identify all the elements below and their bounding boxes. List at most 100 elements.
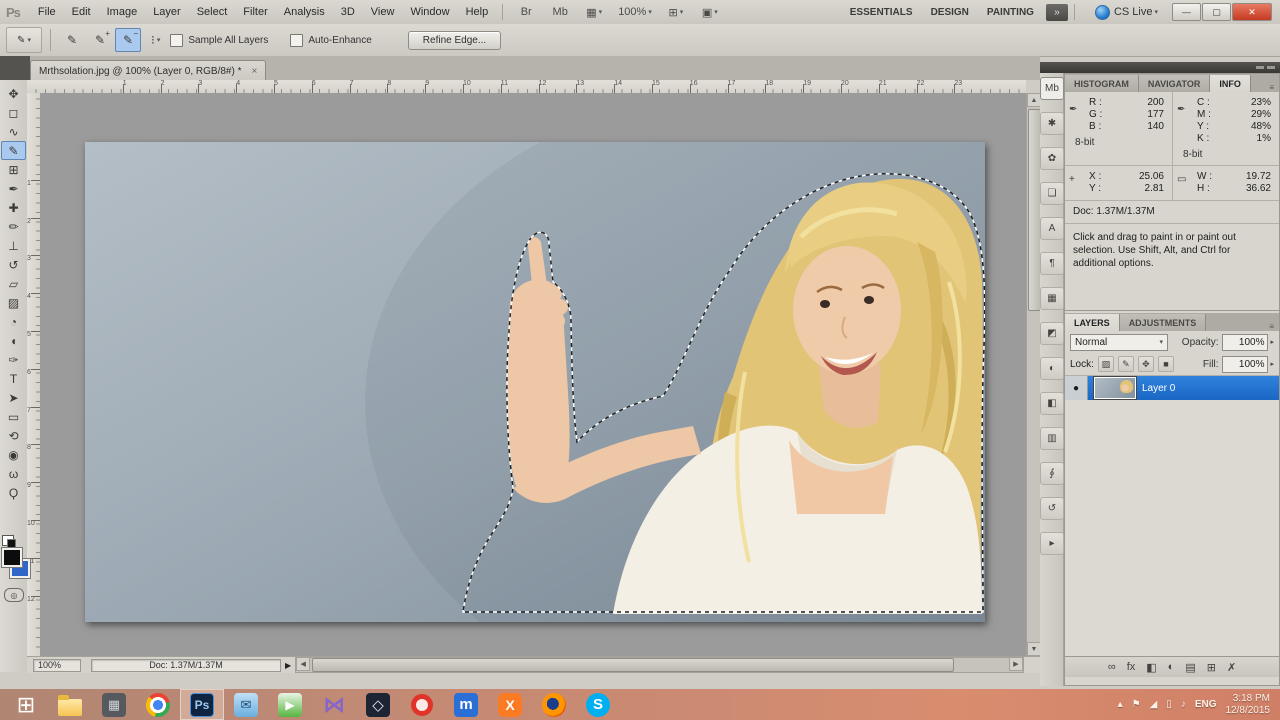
panel-menu-icon[interactable]: ≡ [1269,322,1274,331]
dodge-tool[interactable]: ◖ [1,331,26,350]
tab-navigator[interactable]: NAVIGATOR [1138,75,1211,92]
taskbar-maxthon-button[interactable]: m [444,689,488,720]
lock-image-pixels-button[interactable]: ✎ [1117,356,1134,372]
launch-bridge-button[interactable]: Br [512,2,540,22]
new-selection-button[interactable]: ✎ [59,28,85,52]
paths-panel-icon[interactable]: ∮ [1040,462,1064,485]
eraser-tool[interactable]: ▱ [1,274,26,293]
taskbar-mail-app-button[interactable]: ✉ [224,689,268,720]
fill-spinner-icon[interactable]: ▸ [1270,360,1274,368]
checkbox-auto-enhance[interactable]: Auto-Enhance [290,33,372,47]
history-panel-icon[interactable]: ↺ [1040,497,1064,520]
new-group-button[interactable]: ▤ [1185,661,1195,674]
menu-layer[interactable]: Layer [145,3,189,21]
scroll-right-icon[interactable]: ▶ [1009,657,1023,671]
lock-transparent-pixels-button[interactable]: ▨ [1097,356,1114,372]
vertical-scrollbar[interactable]: ▲ ▼ [1026,93,1042,656]
menu-image[interactable]: Image [99,3,146,21]
taskbar-start-button[interactable]: ⊞ [4,689,48,720]
menu-edit[interactable]: Edit [64,3,99,21]
current-tool-preset[interactable]: ✎ ▾ [6,27,42,53]
network-icon[interactable]: ◢ [1150,699,1158,710]
taskbar-skype-button[interactable]: S [576,689,620,720]
taskbar-clock[interactable]: 3:18 PM 12/8/2015 [1226,693,1271,717]
opacity-field[interactable]: 100% [1222,333,1269,351]
3d-camera-rotate-tool[interactable]: ◉ [1,445,26,464]
menu-view[interactable]: View [363,3,403,21]
taskbar-photoshop-button[interactable]: Ps [180,689,224,720]
scroll-up-icon[interactable]: ▲ [1027,93,1041,107]
swatches-panel-icon[interactable]: ▦ [1040,287,1064,310]
panel-dock-header[interactable] [1040,62,1280,73]
scroll-down-icon[interactable]: ▼ [1027,642,1041,656]
taskbar-firefox-button[interactable] [532,689,576,720]
adjustments-panel-icon[interactable]: ◐ [1040,357,1064,380]
visibility-toggle[interactable]: ● [1065,376,1088,400]
menu-filter[interactable]: Filter [235,3,275,21]
arrange-documents-button[interactable]: ⊞ ▾ [662,2,690,22]
layer-style-button[interactable]: fx [1127,661,1136,673]
add-layer-mask-button[interactable]: ◧ [1146,661,1156,674]
taskbar-chrome-button[interactable] [136,689,180,720]
restore-button[interactable]: ▢ [1202,3,1231,21]
checkbox-sample-all-layers[interactable]: Sample All Layers [170,33,268,47]
close-button[interactable]: ✕ [1232,3,1272,21]
tool-presets-panel-icon[interactable]: ✱ [1040,112,1064,135]
checkbox-box[interactable] [290,33,304,47]
document-image[interactable] [85,142,985,622]
scroll-left-icon[interactable]: ◀ [296,657,311,671]
brush-picker[interactable]: ⁝ ▾ [151,33,160,47]
type-tool[interactable]: T [1,369,26,388]
taskbar-opera-button[interactable] [400,689,444,720]
minimize-button[interactable]: — [1172,3,1201,21]
rectangle-tool[interactable]: ▭ [1,407,26,426]
quick-selection-tool[interactable]: ✎ [1,141,26,160]
workspace-painting[interactable]: PAINTING [987,7,1034,18]
pen-tool[interactable]: ✑ [1,350,26,369]
workspace-essentials[interactable]: ESSENTIALS [850,7,913,18]
tab-info[interactable]: INFO [1210,75,1251,92]
hand-tool[interactable]: ω [1,464,26,483]
default-colors-icon[interactable] [2,535,16,548]
cs-live-button[interactable]: CS Live ▾ [1094,4,1158,20]
fill-field[interactable]: 100% [1222,355,1269,373]
tab-adjustments[interactable]: ADJUSTMENTS [1119,314,1207,331]
delete-layer-button[interactable]: ✗ [1227,661,1236,674]
document-tab[interactable]: Mrthsolation.jpg @ 100% (Layer 0, RGB/8#… [30,60,267,81]
channels-panel-icon[interactable]: ▥ [1040,427,1064,450]
brush-tool[interactable]: ✏ [1,217,26,236]
opacity-spinner-icon[interactable]: ▸ [1270,338,1274,346]
new-adjustment-layer-button[interactable]: ◐ [1168,661,1175,673]
horizontal-scroll-thumb[interactable] [312,658,955,672]
quick-mask-button[interactable]: ◎ [4,588,24,602]
lasso-tool[interactable]: ∿ [1,122,26,141]
layer-thumbnail[interactable] [1093,376,1137,400]
close-tab-icon[interactable]: × [251,66,257,77]
language-indicator[interactable]: ENG [1195,699,1217,710]
brushes-panel-icon[interactable]: ✿ [1040,147,1064,170]
lock-all-button[interactable]: ■ [1157,356,1174,372]
history-brush-tool[interactable]: ↺ [1,255,26,274]
actions-panel-icon[interactable]: ▸ [1040,532,1064,555]
zoom-level-button[interactable]: 100% ▾ [614,2,656,22]
move-tool[interactable]: ✥ [1,84,26,103]
paragraph-panel-icon[interactable]: ¶ [1040,252,1064,275]
lock-position-button[interactable]: ✥ [1137,356,1154,372]
menu-help[interactable]: Help [458,3,497,21]
checkbox-box[interactable] [170,33,184,47]
new-layer-button[interactable]: ⊞ [1207,661,1216,674]
masks-panel-icon[interactable]: ◧ [1040,392,1064,415]
blend-mode-select[interactable]: Normal ▾ [1070,333,1168,351]
workspace-overflow-button[interactable]: » [1045,3,1068,21]
view-extras-button[interactable]: ▦ ▾ [580,2,608,22]
taskbar-media-app-button[interactable]: ▶ [268,689,312,720]
taskbar-kmplayer-button[interactable]: ⋈ [312,689,356,720]
rectangular-marquee-tool[interactable]: ◻ [1,103,26,122]
status-menu-arrow[interactable]: ▶ [285,661,291,670]
action-center-icon[interactable]: ⚑ [1132,699,1141,710]
zoom-percent-field[interactable]: 100% [33,658,81,672]
blur-tool[interactable]: ◔ [1,312,26,331]
spot-healing-brush-tool[interactable]: ✚ [1,198,26,217]
menu-analysis[interactable]: Analysis [276,3,333,21]
tab-layers[interactable]: LAYERS [1065,314,1120,331]
